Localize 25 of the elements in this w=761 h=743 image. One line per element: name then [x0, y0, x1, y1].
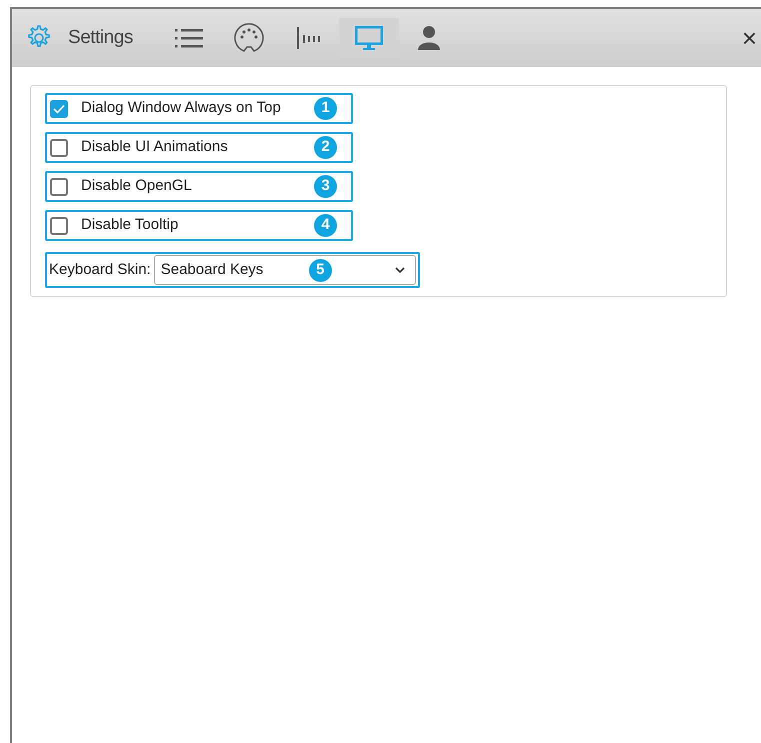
option-label: Disable OpenGL: [81, 176, 193, 196]
checkbox[interactable]: [50, 216, 68, 234]
close-button[interactable]: ×: [742, 25, 757, 51]
skin-value: Seaboard Keys: [160, 260, 264, 280]
monitor-icon: [354, 26, 383, 50]
callout-number: 3: [314, 175, 337, 198]
callout-number: 1: [314, 97, 337, 120]
option-label: Dialog Window Always on Top: [81, 98, 282, 118]
user-icon: [418, 26, 440, 50]
callout-number: 5: [308, 258, 332, 282]
connector-icon: [234, 23, 264, 53]
settings-title: Settings: [68, 26, 133, 50]
bars-icon: [297, 27, 320, 49]
skin-label: Keyboard Skin:: [49, 260, 151, 280]
checkbox[interactable]: [50, 100, 68, 118]
callout-number: 2: [314, 136, 337, 159]
checkmark-icon: [53, 104, 65, 114]
checkbox[interactable]: [50, 138, 68, 156]
checkbox[interactable]: [50, 178, 68, 196]
option-label: Disable Tooltip: [81, 215, 180, 236]
callout-number: 4: [314, 214, 337, 237]
chevron-down-icon: [395, 267, 405, 273]
option-label: Disable UI Animations: [81, 137, 229, 158]
skin-dropdown[interactable]: Seaboard Keys 5: [154, 255, 416, 285]
list-icon: [174, 26, 203, 50]
